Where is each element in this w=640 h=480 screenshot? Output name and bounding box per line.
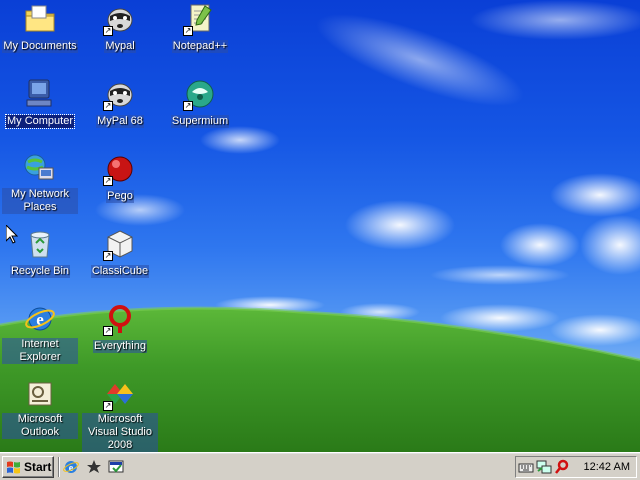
everything-search-icon: ↗	[103, 302, 137, 336]
desktop-icon-visual-studio-2008[interactable]: ↗ Microsoft Visual Studio 2008	[82, 377, 158, 452]
desktop-icon-my-documents[interactable]: My Documents	[2, 2, 78, 54]
shortcut-arrow-icon: ↗	[103, 101, 113, 111]
icon-label: Pego	[106, 190, 134, 203]
shortcut-arrow-icon: ↗	[103, 401, 113, 411]
desktop-icon-mypal-68[interactable]: ↗ MyPal 68	[82, 77, 158, 129]
internet-explorer-icon: e	[63, 461, 79, 474]
folder-icon	[23, 2, 57, 36]
network-places-icon	[23, 152, 57, 186]
cube-icon: ↗	[103, 227, 137, 261]
icon-label: My Documents	[2, 40, 78, 53]
desktop-icon-everything[interactable]: ↗ Everything	[82, 302, 158, 354]
keyboard-icon	[518, 463, 534, 473]
desktop-icon-internet-explorer[interactable]: e Internet Explorer	[2, 302, 78, 365]
desktop-icon-my-computer[interactable]: My Computer	[2, 77, 78, 129]
desktop-icon-notepad-plus-plus[interactable]: ↗ Notepad++	[162, 2, 238, 54]
icon-label: Mypal	[104, 40, 136, 53]
tray-keyboard[interactable]	[518, 459, 534, 475]
visual-studio-icon: ↗	[103, 377, 137, 411]
icon-label: Microsoft Outlook	[2, 413, 78, 439]
network-icon	[536, 460, 552, 474]
notepad-plus-plus-icon: ↗	[183, 2, 217, 36]
icon-label: My Computer	[4, 114, 76, 129]
shortcut-arrow-icon: ↗	[103, 251, 113, 261]
start-label: Start	[24, 460, 52, 474]
quick-launch-show-desktop[interactable]	[107, 458, 125, 476]
media-player-icon	[87, 460, 101, 473]
computer-icon	[23, 77, 57, 111]
internet-explorer-icon: e	[23, 302, 57, 336]
shortcut-arrow-icon: ↗	[183, 101, 193, 111]
shortcut-arrow-icon: ↗	[103, 176, 113, 186]
tray-network[interactable]	[536, 459, 552, 475]
desktop-icon-mypal[interactable]: ↗ Mypal	[82, 2, 158, 54]
supermium-icon: ↗	[183, 77, 217, 111]
icon-label: Recycle Bin	[9, 265, 71, 278]
icon-label: Supermium	[170, 115, 230, 128]
search-icon	[555, 459, 569, 474]
icon-label: MyPal 68	[96, 115, 144, 128]
desktop-icon-my-network-places[interactable]: My Network Places	[2, 152, 78, 215]
quick-launch-internet-explorer[interactable]: e	[62, 458, 80, 476]
shortcut-arrow-icon: ↗	[103, 326, 113, 336]
mypal-icon: ↗	[103, 77, 137, 111]
outlook-icon	[23, 377, 57, 411]
quick-launch-media-player[interactable]	[85, 458, 103, 476]
desktop-icon-microsoft-outlook[interactable]: Microsoft Outlook	[2, 377, 78, 440]
shortcut-arrow-icon: ↗	[103, 26, 113, 36]
tray-search[interactable]	[554, 459, 570, 475]
desktop-icon-supermium[interactable]: ↗ Supermium	[162, 77, 238, 129]
clock[interactable]: 12:42 AM	[584, 461, 630, 473]
desktop-icon-pego[interactable]: ↗ Pego	[82, 152, 158, 204]
mypal-icon: ↗	[103, 2, 137, 36]
desktop-icon-classicube[interactable]: ↗ ClassiCube	[82, 227, 158, 279]
pego-icon: ↗	[103, 152, 137, 186]
icon-label: Notepad++	[171, 40, 229, 53]
icon-label: Microsoft Visual Studio 2008	[82, 413, 158, 452]
mouse-pointer-icon	[6, 225, 18, 244]
icon-label: Internet Explorer	[2, 338, 78, 364]
recycle-bin-icon	[23, 227, 57, 261]
system-tray: 12:42 AM	[515, 456, 637, 478]
taskbar: Start e 12:42 AM	[0, 452, 640, 480]
taskbar-separator	[58, 457, 60, 477]
desktop-icon	[108, 460, 124, 473]
desktop[interactable]: My Documents My Computer My Network Plac…	[0, 0, 640, 452]
windows-logo-icon	[7, 461, 20, 474]
icon-label: Everything	[93, 340, 147, 353]
icon-label: ClassiCube	[90, 265, 150, 278]
shortcut-arrow-icon: ↗	[183, 26, 193, 36]
start-button[interactable]: Start	[2, 456, 54, 478]
icon-label: My Network Places	[2, 188, 78, 214]
